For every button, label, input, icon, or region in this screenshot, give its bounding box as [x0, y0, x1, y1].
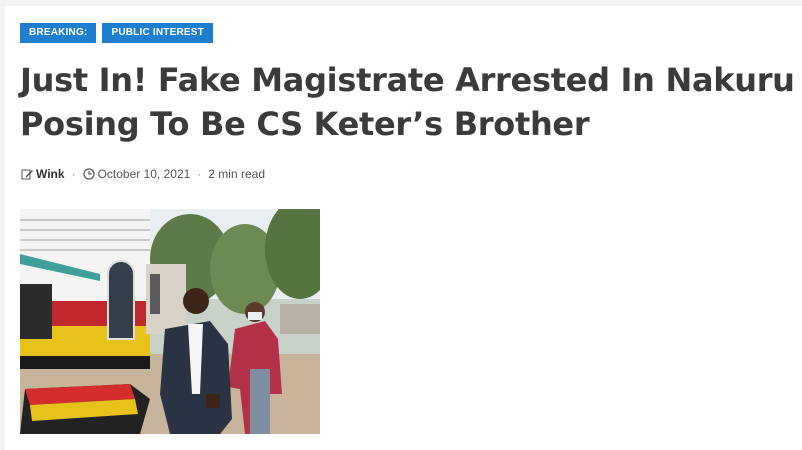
article-card: BREAKING: PUBLIC INTEREST Just In! Fake … — [5, 6, 802, 450]
read-time: 2 min read — [208, 167, 265, 181]
publish-date[interactable]: October 10, 2021 — [98, 167, 191, 181]
clock-icon — [82, 168, 95, 180]
meta-separator: · — [71, 167, 76, 181]
badge-breaking[interactable]: BREAKING: — [20, 23, 97, 43]
article-photo[interactable] — [20, 209, 320, 434]
badge-public-interest[interactable]: PUBLIC INTEREST — [102, 23, 213, 43]
category-badges: BREAKING: PUBLIC INTEREST — [20, 23, 213, 43]
photo-illustration — [20, 209, 320, 434]
author-link[interactable]: Wink — [36, 167, 65, 181]
article-meta: Wink · October 10, 2021 · 2 min read — [21, 167, 265, 181]
meta-separator: · — [197, 167, 202, 181]
article-title[interactable]: Just In! Fake Magistrate Arrested In Nak… — [20, 58, 795, 146]
edit-icon — [21, 169, 33, 180]
